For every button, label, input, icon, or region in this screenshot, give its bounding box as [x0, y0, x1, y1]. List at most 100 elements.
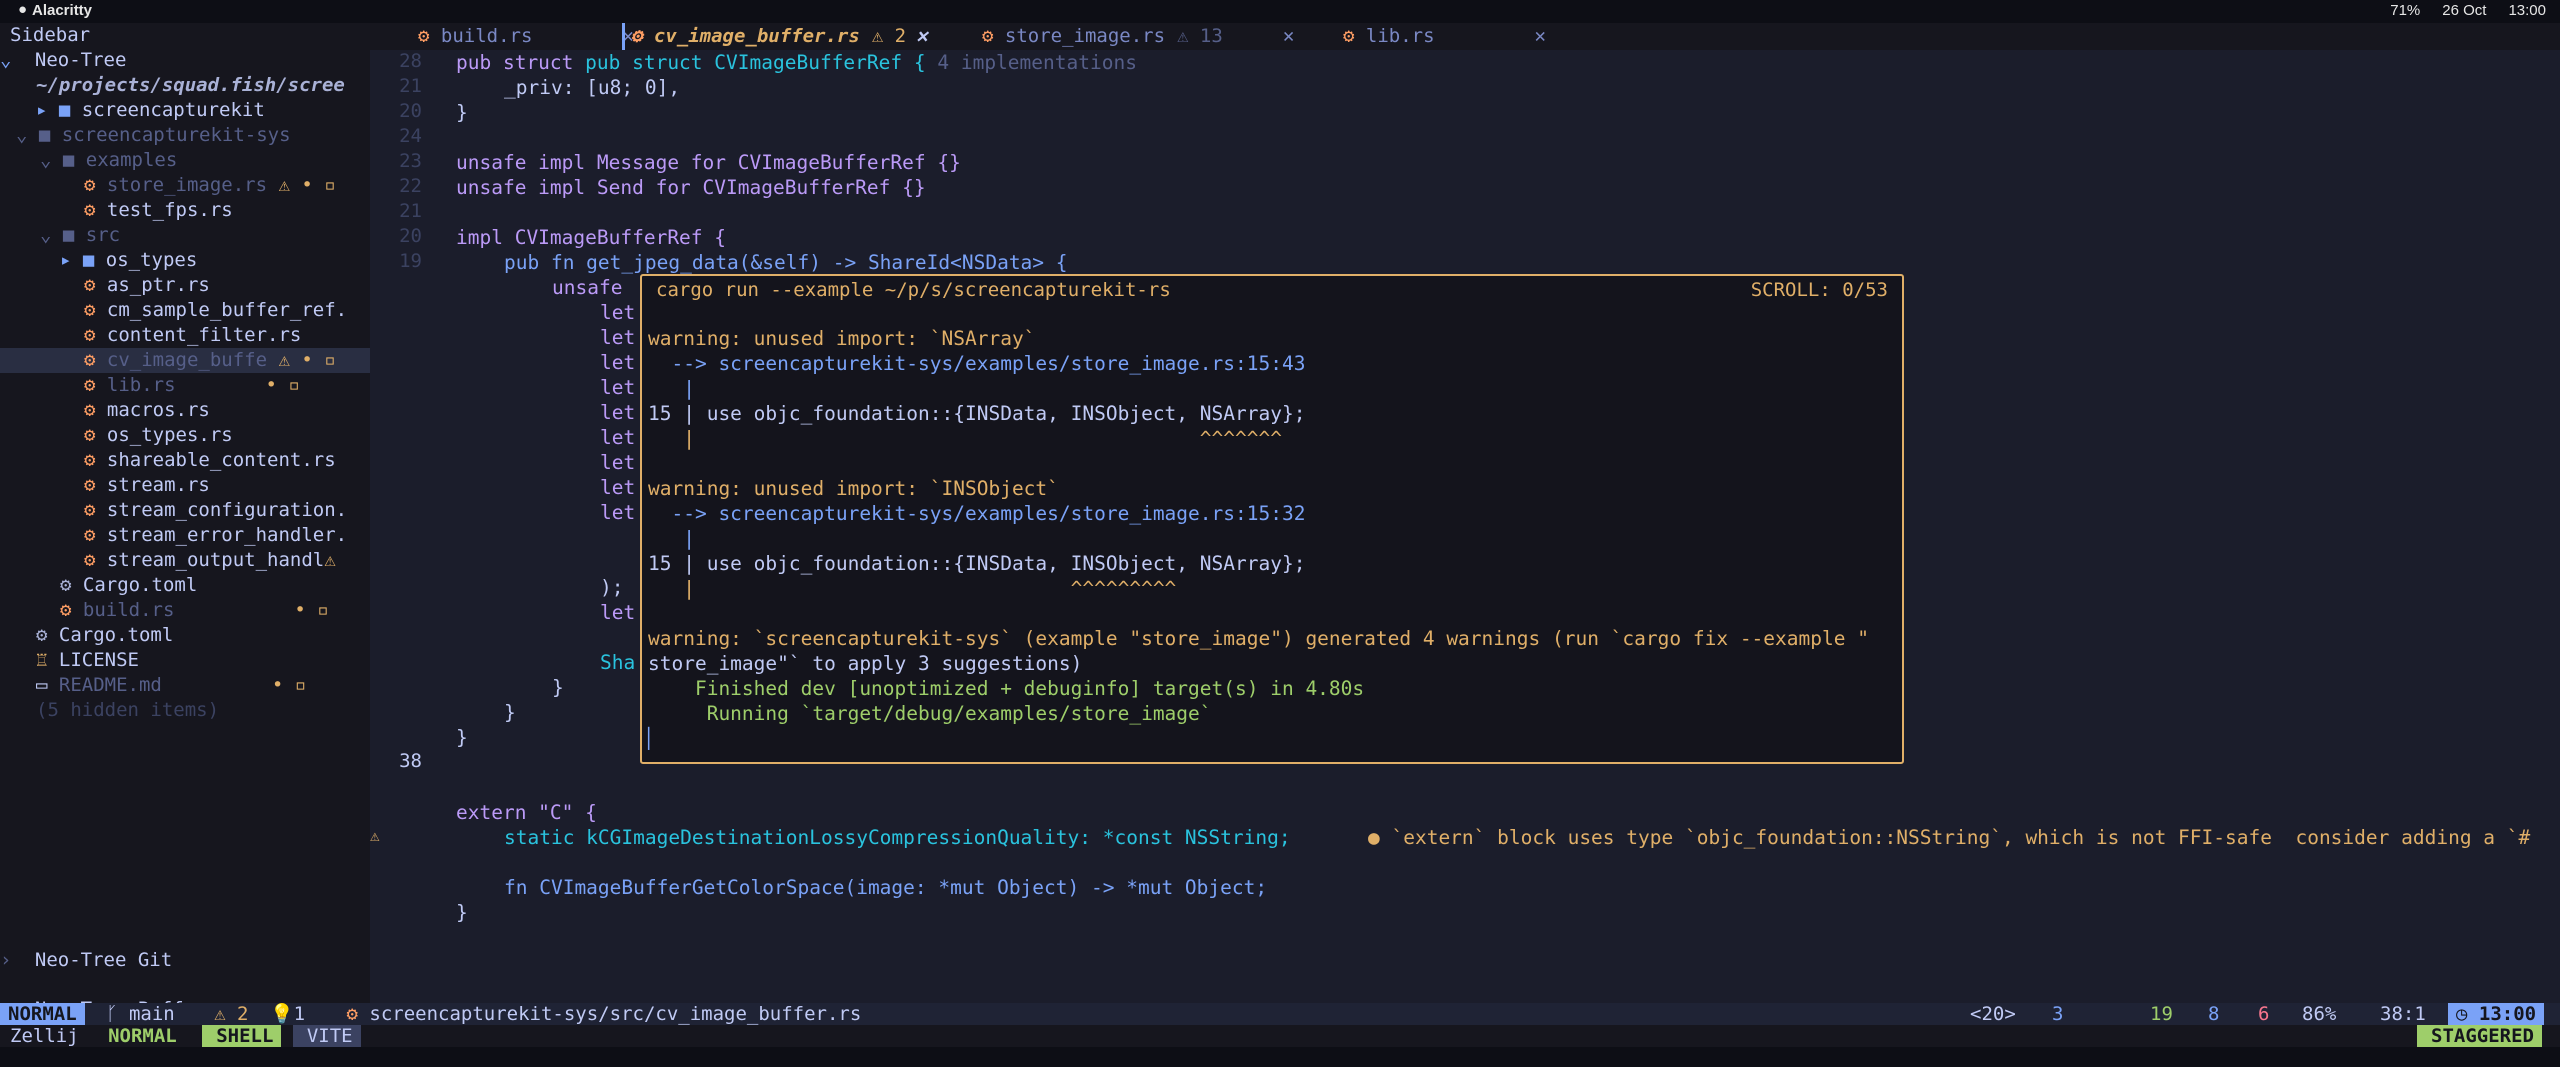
tree-item-os-types-dir[interactable]: ▸ ■ os_types [60, 248, 197, 273]
tree-item-shareable-content[interactable]: ⚙ shareable_content.rs [84, 448, 336, 473]
code-line: } [504, 701, 516, 724]
floating-terminal[interactable]: cargo run --example ~/p/s/screencapturek… [640, 274, 1904, 764]
hint-count: 1 [293, 1003, 306, 1025]
code-line: let [600, 301, 636, 324]
code-line: } [456, 726, 468, 749]
battery-label[interactable]: 71% [2390, 2, 2420, 19]
extern-decl: extern "C" { [456, 801, 597, 824]
buffer-tabbar: ⚙ build.rs ✕ ⚙ cv_image_buffer.rs ⚠ 2 ✕ ⚙ s… [0, 23, 2560, 50]
tree-root[interactable]: ~/projects/squad.fish/scree [36, 73, 345, 98]
terminal-cursor[interactable]: ▏ [648, 726, 660, 751]
inlay-hint: 4 implementations [937, 51, 1137, 74]
tab-store-image[interactable]: ⚙ store_image.rs ⚠ 13 ✕ [982, 23, 1294, 50]
tree-item-screencapturekit[interactable]: ▸ ■ screencapturekit [36, 98, 265, 123]
terminal-line: store_image"` to apply 3 suggestions) [648, 652, 1083, 675]
tree-item-label: screencapturekit [81, 99, 265, 121]
tree-item-stream-output-handler[interactable]: ⚙ stream_output_handl⚠ [84, 548, 336, 573]
tree-item-label: shareable_content.rs [106, 449, 336, 471]
neo-tree-git[interactable]: › Neo-Tree Git [0, 948, 172, 973]
tab-lib[interactable]: ⚙ lib.rs ✕ [1343, 23, 1546, 50]
tree-item-readme[interactable]: ▭ README.md • ▫ [36, 673, 306, 698]
file-path: screencapturekit-sys/src/cv_image_buffer… [369, 1003, 862, 1025]
clock: ◷ 13:00 [2448, 1003, 2545, 1025]
code-line: fn CVImageBufferGetColorSpace(image: *mu… [504, 876, 1268, 899]
tree-item-os-types[interactable]: ⚙ os_types.rs [84, 423, 233, 448]
line-number: 21 [399, 200, 422, 222]
line-number: 21 [399, 75, 422, 97]
zellij-layout[interactable]: STAGGERED [2417, 1025, 2542, 1047]
code-line: unsafe impl Send for CVImageBufferRef {} [456, 176, 926, 199]
tree-item-examples[interactable]: ⌄ ■ examples [40, 148, 177, 173]
close-icon[interactable]: ✕ [916, 25, 927, 47]
terminal-line: 15 | use objc_foundation::{INSData, INSO… [648, 402, 1306, 425]
neo-tree-header[interactable]: ⌄ Neo-Tree [0, 48, 126, 73]
changed-count: 8 [2208, 1003, 2220, 1025]
current-line-number: 38 [399, 750, 422, 772]
warning-icon: ⚠ • ▫ [267, 349, 336, 371]
code-line: pub struct pub struct CVImageBufferRef {… [456, 51, 1137, 74]
terminal-line: Finished dev [unoptimized + debuginfo] t… [648, 677, 1365, 700]
rust-file-icon: ⚙ [84, 324, 107, 346]
menubar-status: 71% 26 Oct 13:00 [2390, 2, 2546, 19]
tree-item-cargo-toml-sys[interactable]: ⚙ Cargo.toml [60, 573, 197, 598]
modified-icon: • ▫ [265, 374, 300, 396]
hidden-items-note: (5 hidden items) [36, 699, 220, 721]
apple-icon[interactable]: ● [18, 1, 27, 18]
tree-item-stream-configuration[interactable]: ⚙ stream_configuration. [84, 498, 347, 523]
search-count: <20> [1970, 1003, 2016, 1025]
gear-icon: ⚙ [60, 574, 83, 596]
tree-item-macros[interactable]: ⚙ macros.rs [84, 398, 210, 423]
tree-item-store-image[interactable]: ⚙ store_image.rs ⚠ • ▫ [84, 173, 336, 198]
code-line: let [600, 601, 636, 624]
zellij-tab-shell[interactable]: SHELL [202, 1025, 282, 1047]
time-label[interactable]: 13:00 [2508, 2, 2546, 19]
rust-file-icon: ⚙ [84, 499, 107, 521]
tree-item-as-ptr[interactable]: ⚙ as_ptr.rs [84, 273, 210, 298]
sidebar: Sidebar ⌄ Neo-Tree ~/projects/squad.fish… [0, 23, 370, 1020]
tab-cv-image-buffer[interactable]: ⚙ cv_image_buffer.rs ⚠ 2 ✕ [622, 23, 928, 50]
zellij-mode: NORMAL [108, 1025, 177, 1047]
tree-item-license[interactable]: ♖ LICENSE [36, 648, 139, 673]
tab-label: build.rs [440, 25, 533, 47]
tree-item-screencapturekit-sys[interactable]: ⌄ ■ screencapturekit-sys [16, 123, 291, 148]
tree-item-build[interactable]: ⚙ build.rs • ▫ [60, 598, 329, 623]
terminal-line: warning: `screencapturekit-sys` (example… [648, 627, 1869, 650]
date-label[interactable]: 26 Oct [2442, 2, 2486, 19]
tree-item-src[interactable]: ⌄ ■ src [40, 223, 120, 248]
line-number: 24 [399, 125, 422, 147]
tree-item-stream-error-handler[interactable]: ⚙ stream_error_handler. [84, 523, 347, 548]
scroll-percent: 86% [2302, 1003, 2337, 1025]
tab-warning-count: ⚠ 2 [871, 25, 907, 47]
code-line: } [456, 901, 468, 924]
rust-file-icon: ⚙ [1343, 25, 1366, 47]
terminal-header: cargo run --example ~/p/s/screencapturek… [642, 276, 1902, 304]
code-line: impl CVImageBufferRef { [456, 226, 727, 249]
tree-item-label: os_types.rs [106, 424, 233, 446]
code-line: let [600, 451, 636, 474]
rust-file-icon: ⚙ [982, 25, 1005, 47]
tree-item-stream[interactable]: ⚙ stream.rs [84, 473, 210, 498]
zellij-tab-vite[interactable]: VITE [292, 1025, 361, 1047]
neo-tree-git-label: Neo-Tree Git [34, 949, 173, 971]
warning-count: ⚠ 2 [214, 1003, 249, 1025]
rust-file-icon: ⚙ [84, 199, 107, 221]
tree-item-label: stream_output_handl [106, 549, 325, 571]
hint-icon: 💡 [269, 1003, 294, 1025]
tree-item-lib[interactable]: ⚙ lib.rs • ▫ [84, 373, 300, 398]
tree-item-test-fps[interactable]: ⚙ test_fps.rs [84, 198, 233, 223]
tree-item-cargo-toml[interactable]: ⚙ Cargo.toml [36, 623, 173, 648]
terminal-line: warning: unused import: `INSObject` [648, 477, 1059, 500]
tree-item-cv-image-buffer[interactable]: ⚙ cv_image_buffe ⚠ • ▫ [0, 348, 370, 373]
chevron-right-icon: › [0, 949, 23, 971]
close-icon[interactable]: ✕ [1535, 25, 1546, 47]
line-number: 28 [399, 50, 422, 72]
branch-icon: ᚴ [106, 1003, 129, 1025]
tree-item-content-filter[interactable]: ⚙ content_filter.rs [84, 323, 301, 348]
tree-item-label: cm_sample_buffer_ref. [106, 299, 348, 321]
tree-item-cm-sample-buffer-ref[interactable]: ⚙ cm_sample_buffer_ref. [84, 298, 347, 323]
tab-build[interactable]: ⚙ build.rs ✕ [418, 23, 634, 50]
app-name[interactable]: Alacritty [32, 2, 92, 19]
close-icon[interactable]: ✕ [1283, 25, 1294, 47]
line-number: 19 [399, 250, 422, 272]
tree-item-label: stream_configuration. [106, 499, 348, 521]
